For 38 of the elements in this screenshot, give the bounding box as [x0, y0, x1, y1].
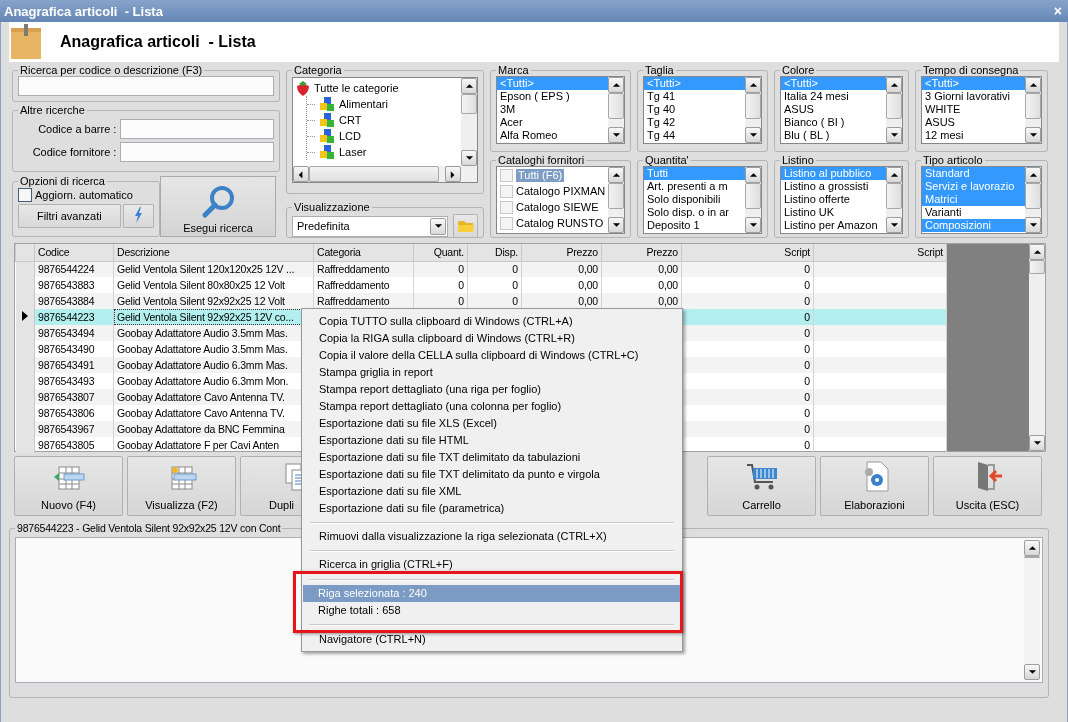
table-cell: 0	[467, 293, 522, 309]
table-cell: 9876543967	[34, 421, 114, 437]
table-cell: 9876543491	[34, 357, 114, 373]
checkbox-label: Aggiorn. automatico	[35, 189, 133, 201]
table-cell: 9876543884	[34, 293, 114, 309]
group-title: Marca	[497, 64, 530, 76]
table-cell: 0	[681, 309, 814, 325]
table-cell: 0,00	[601, 293, 682, 309]
table-cell: 0	[681, 389, 814, 405]
window-title: Anagrafica articoli - Lista	[4, 3, 163, 19]
group-title: Taglia	[644, 64, 675, 76]
table-cell: 0	[681, 325, 814, 341]
group-title: Opzioni di ricerca	[19, 175, 106, 187]
field-label: Codice a barre :	[37, 123, 117, 135]
table-cell: 9876544223	[34, 309, 114, 325]
group-title: Categoria	[293, 64, 343, 76]
group-title: Listino	[781, 154, 815, 166]
table-cell: 0	[413, 293, 468, 309]
table-cell: 0	[681, 421, 814, 437]
table-cell: 9876543494	[34, 325, 114, 341]
group-title: Quantita'	[644, 154, 690, 166]
group-title: Tipo articolo	[922, 154, 984, 166]
table-cell: 0	[681, 293, 814, 309]
group-title: Visualizzazione	[293, 201, 371, 213]
group-title: Tempo di consegna	[922, 64, 1020, 76]
table-cell: 9876543805	[34, 437, 114, 453]
table-cell: 0,00	[521, 293, 602, 309]
field-label: Codice fornitore :	[31, 146, 117, 158]
group-title: Cataloghi fornitori	[497, 154, 586, 166]
group-title: Ricerca per codice o descrizione (F3)	[19, 64, 204, 76]
group-title: Altre ricerche	[19, 104, 86, 116]
table-cell: Gelid Ventola Silent 92x92x25 12 Volt	[113, 293, 314, 309]
group-title: Colore	[781, 64, 816, 76]
table-cell: 0	[681, 357, 814, 373]
group-title: 9876544223 - Gelid Ventola Silent 92x92x25 12V con Cont	[16, 522, 282, 534]
page-title: Anagrafica articoli - Lista	[60, 33, 256, 51]
table-cell: 9876543807	[34, 389, 114, 405]
table-cell: Raffreddamento	[313, 293, 414, 309]
